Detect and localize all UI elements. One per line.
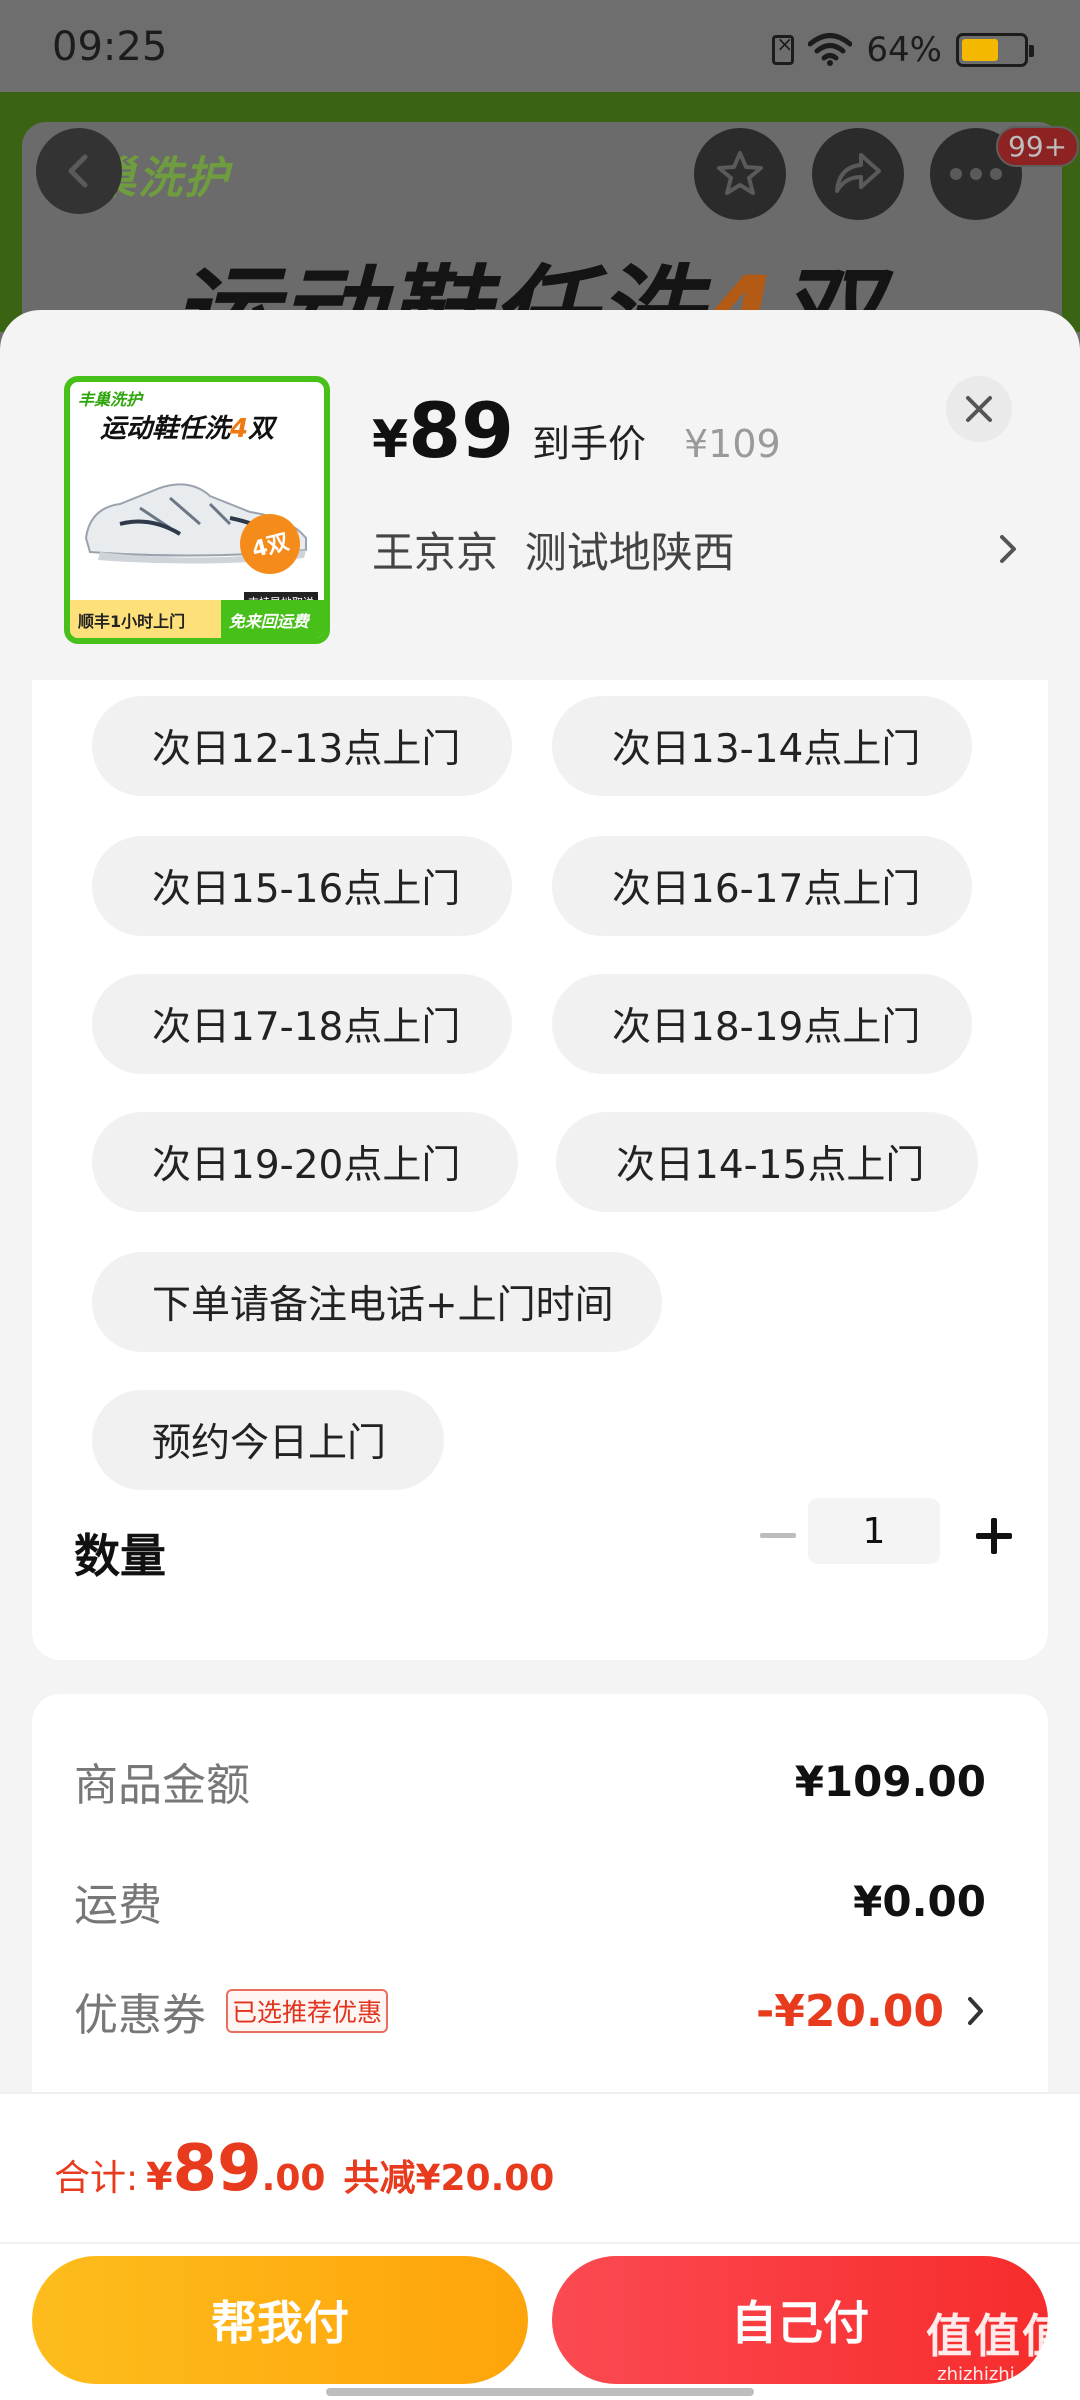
- goods-amount-label: 商品金额: [74, 1760, 250, 1811]
- no-sim-icon: [772, 32, 795, 65]
- chevron-right-icon: [1000, 535, 1016, 563]
- option-chip[interactable]: 次日16-17点上门: [552, 836, 972, 936]
- total-decimal: .00: [261, 2158, 326, 2199]
- thumb-bottom-left: 顺丰1小时上门: [70, 600, 221, 638]
- quantity-input[interactable]: 1: [808, 1498, 940, 1564]
- help-pay-button[interactable]: 帮我付: [32, 2256, 528, 2384]
- minus-icon: [760, 1533, 796, 1538]
- product-thumbnail: 丰巢洗护 运动鞋任洗4双 4双 支持异地取送 顺丰1小时上门 免来回运费: [64, 376, 330, 644]
- product-banner: 丰巢洗护 运动鞋任洗4双: [0, 92, 1080, 332]
- total-line: 合计: ¥ 89 .00 共减¥20.00: [54, 2132, 554, 2206]
- option-chip[interactable]: 次日19-20点上门: [92, 1112, 518, 1212]
- total-currency: ¥: [146, 2155, 173, 2199]
- thumb-title-suffix: 双: [248, 414, 275, 444]
- status-icons: 64%: [772, 28, 1034, 72]
- thumb-title-number: 4: [230, 414, 249, 444]
- price-row: ¥ 89 到手价 ¥109: [372, 386, 781, 475]
- status-time: 09:25: [52, 24, 168, 70]
- battery-icon: [956, 33, 1034, 67]
- option-chip[interactable]: 次日14-15点上门: [556, 1112, 978, 1212]
- shipping-value: ¥0.00: [853, 1876, 986, 1926]
- price-label: 到手价: [531, 422, 646, 466]
- share-button[interactable]: [812, 128, 904, 220]
- goods-amount-row: 商品金额 ¥109.00: [74, 1746, 1034, 1816]
- option-chip[interactable]: 下单请备注电话+上门时间: [92, 1252, 662, 1352]
- coupon-tag: 已选推荐优惠: [226, 1989, 389, 2033]
- quantity-decrease-button[interactable]: [748, 1506, 808, 1566]
- total-saved: 共减¥20.00: [343, 2158, 555, 2199]
- footer-divider: [0, 2242, 1080, 2244]
- option-chip[interactable]: 次日15-16点上门: [92, 836, 512, 936]
- shipping-label: 运费: [74, 1880, 162, 1931]
- service-options-card: 次日12-13点上门 次日13-14点上门 次日15-16点上门 次日16-17…: [32, 680, 1048, 1660]
- total-integer: 89: [172, 2132, 262, 2206]
- quantity-label: 数量: [74, 1529, 166, 1583]
- option-chip[interactable]: 次日18-19点上门: [552, 974, 972, 1074]
- back-button[interactable]: [36, 128, 122, 214]
- order-summary-card: 商品金额 ¥109.00 运费 ¥0.00 优惠券 已选推荐优惠 -¥20.00: [32, 1694, 1048, 2114]
- coupon-row[interactable]: 优惠券 已选推荐优惠 -¥20.00: [74, 1976, 1034, 2046]
- thumb-title-prefix: 运动鞋任洗: [100, 414, 231, 444]
- price-value: 89: [408, 386, 514, 475]
- more-dots-icon: [950, 168, 1002, 180]
- original-price: ¥109: [683, 422, 781, 466]
- quantity-increase-button[interactable]: [964, 1506, 1024, 1566]
- option-chip[interactable]: 次日13-14点上门: [552, 696, 972, 796]
- favorite-button[interactable]: [694, 128, 786, 220]
- close-button[interactable]: [946, 376, 1012, 442]
- option-chip[interactable]: 次日12-13点上门: [92, 696, 512, 796]
- thumb-tag: 丰巢洗护: [78, 390, 143, 409]
- coupon-value: -¥20.00: [755, 1985, 944, 2037]
- address-text: 王京京 测试地陕西: [372, 527, 735, 577]
- thumb-bottom-strip: 顺丰1小时上门 免来回运费: [70, 600, 324, 638]
- wifi-icon: [808, 33, 853, 66]
- battery-level-fill: [962, 39, 999, 61]
- purchase-sheet: 丰巢洗护 运动鞋任洗4双 4双 支持异地取送 顺丰1小时上门 免来回运费 ¥ 8…: [0, 310, 1080, 2400]
- chevron-right-icon: [968, 1997, 983, 2025]
- option-chip[interactable]: 预约今日上门: [92, 1390, 444, 1490]
- banner-card: 丰巢洗护 运动鞋任洗4双: [22, 122, 1062, 332]
- address-selector[interactable]: 王京京 测试地陕西: [372, 516, 1022, 582]
- watermark: 值值值 zhizhizhi.com: [926, 2300, 1070, 2385]
- price-currency: ¥: [372, 410, 409, 470]
- thumb-title: 运动鞋任洗4双: [100, 408, 274, 445]
- thumb-bottom-right: 免来回运费: [220, 600, 324, 638]
- goods-amount-value: ¥109.00: [794, 1756, 986, 1806]
- product-header: 丰巢洗护 运动鞋任洗4双 4双 支持异地取送 顺丰1小时上门 免来回运费 ¥ 8…: [0, 310, 1080, 680]
- chevron-left-icon: [68, 154, 88, 188]
- checkout-footer: 合计: ¥ 89 .00 共减¥20.00 帮我付 自己付 值值值 zhizhi…: [0, 2092, 1080, 2400]
- shipping-row: 运费 ¥0.00: [74, 1866, 1034, 1936]
- total-label: 合计:: [54, 2158, 139, 2199]
- star-icon: [717, 151, 763, 195]
- option-chip[interactable]: 次日17-18点上门: [92, 974, 512, 1074]
- share-icon: [835, 153, 881, 193]
- coupon-label: 优惠券: [74, 1990, 206, 2041]
- plus-icon: [976, 1518, 1012, 1554]
- status-bar: 09:25 64%: [0, 0, 1080, 92]
- watermark-url: zhizhizhi.com: [937, 2364, 1059, 2385]
- watermark-text: 值值值: [926, 2309, 1070, 2363]
- notification-badge: 99+: [996, 126, 1080, 167]
- home-indicator[interactable]: [326, 2388, 754, 2396]
- battery-percent: 64%: [866, 30, 942, 70]
- close-icon: [966, 396, 992, 422]
